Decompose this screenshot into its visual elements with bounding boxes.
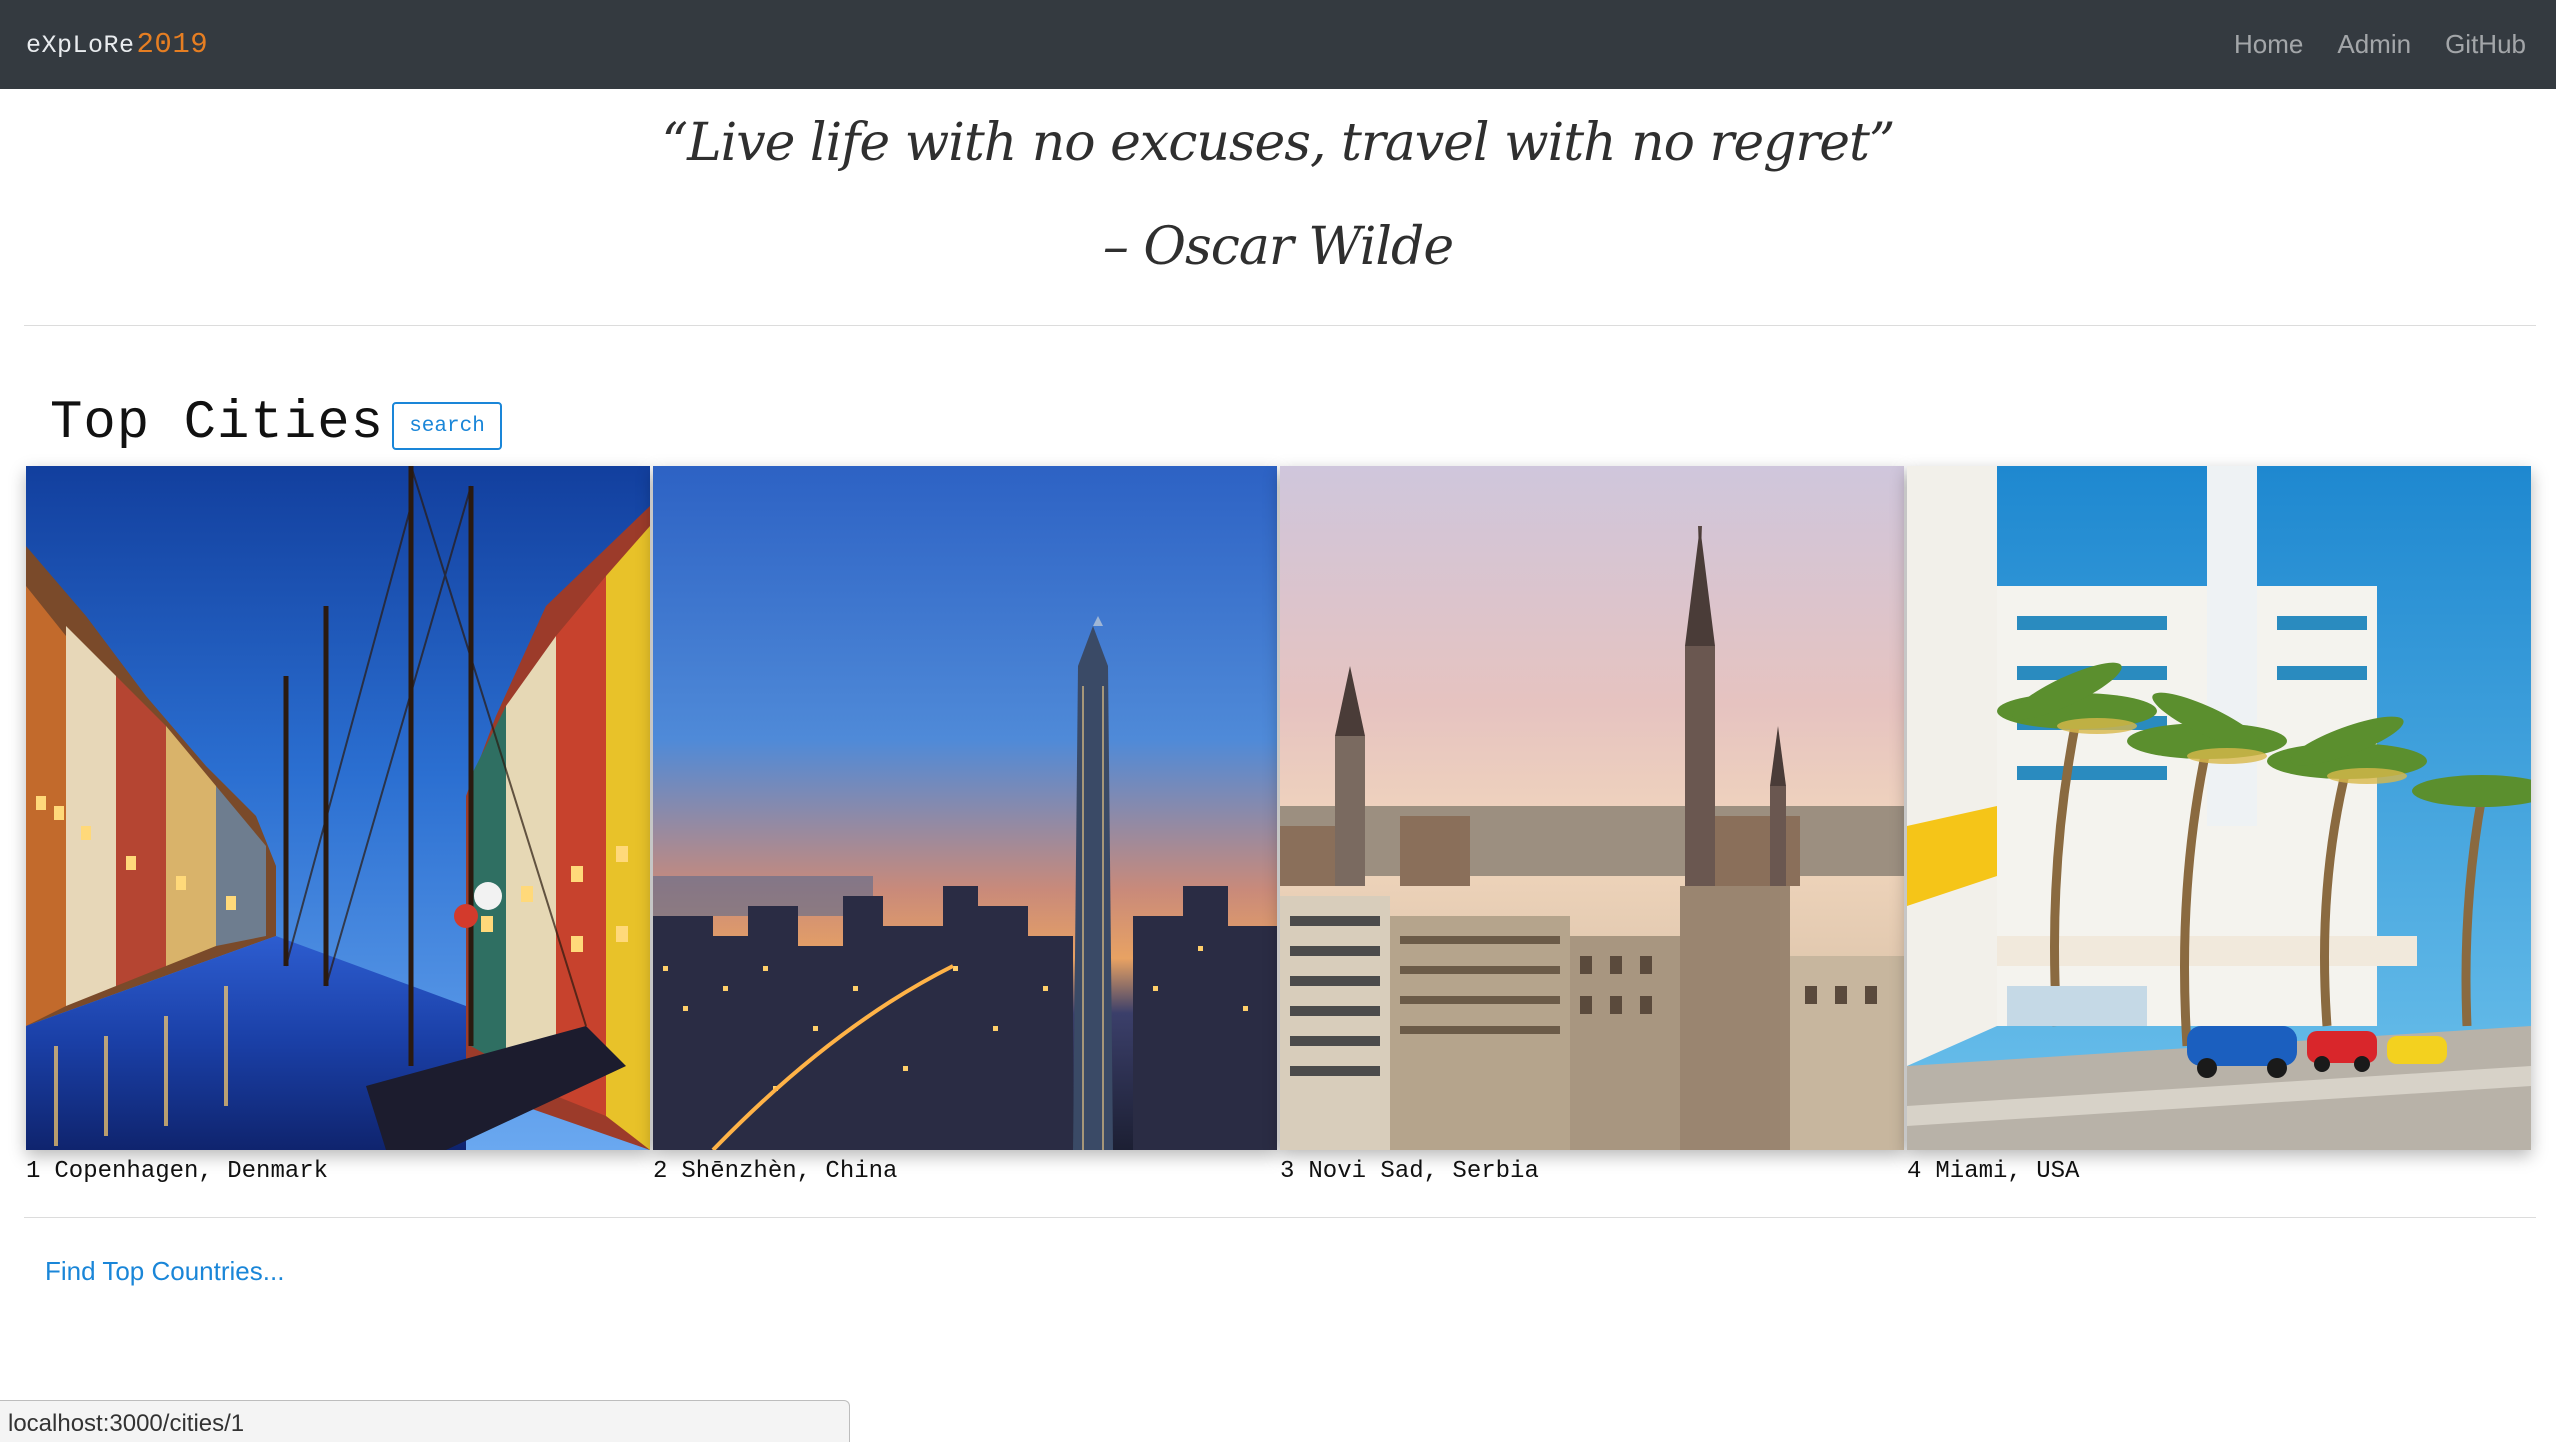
status-url: localhost:3000/cities/1 [8, 1410, 245, 1437]
miami-photo [1907, 466, 2531, 1150]
city-card-shenzhen[interactable]: 2 Shēnzhèn, China [653, 466, 1277, 1185]
city-name: Miami, USA [1935, 1158, 2080, 1185]
quote-text: “Live life with no excuses, travel with … [661, 113, 1895, 173]
nav-links: Home Admin GitHub [2234, 29, 2526, 60]
section-title: Top Cities [50, 393, 385, 454]
quote-block: “Live life with no excuses, travel with … [0, 89, 2556, 325]
city-name: Shēnzhèn, China [681, 1158, 898, 1185]
city-cards: 1 Copenhagen, Denmark 2 Shēnzhèn, China … [26, 466, 2536, 1186]
brand-text: eXpLoRe [26, 31, 135, 60]
city-image-miami[interactable] [1907, 466, 2531, 1150]
nav-link-admin[interactable]: Admin [2337, 29, 2411, 60]
city-image-shenzhen[interactable] [653, 466, 1277, 1150]
brand-year: 2019 [136, 28, 209, 61]
city-caption: 3 Novi Sad, Serbia [1280, 1158, 1904, 1185]
nav-link-github[interactable]: GitHub [2445, 29, 2526, 60]
city-name: Copenhagen, Denmark [54, 1158, 329, 1185]
city-card-novi-sad[interactable]: 3 Novi Sad, Serbia [1280, 466, 1904, 1185]
city-rank: 4 [1907, 1158, 1922, 1185]
browser-status-bar: localhost:3000/cities/1 [0, 1400, 850, 1442]
city-image-novi-sad[interactable] [1280, 466, 1904, 1150]
copenhagen-photo [26, 466, 650, 1150]
divider [24, 1217, 2536, 1218]
novi-sad-photo [1280, 466, 1904, 1150]
city-caption: 4 Miami, USA [1907, 1158, 2531, 1185]
shenzhen-photo [653, 466, 1277, 1150]
city-rank: 2 [653, 1158, 668, 1185]
city-name: Novi Sad, Serbia [1308, 1158, 1539, 1185]
city-image-copenhagen[interactable] [26, 466, 650, 1150]
find-top-countries-link[interactable]: Find Top Countries... [45, 1256, 284, 1287]
city-card-copenhagen[interactable]: 1 Copenhagen, Denmark [26, 466, 650, 1185]
city-caption: 2 Shēnzhèn, China [653, 1158, 1277, 1185]
city-caption: 1 Copenhagen, Denmark [26, 1158, 650, 1185]
brand-logo[interactable]: eXpLoRe2019 [26, 28, 208, 61]
city-rank: 1 [26, 1158, 41, 1185]
nav-link-home[interactable]: Home [2234, 29, 2303, 60]
city-card-miami[interactable]: 4 Miami, USA [1907, 466, 2531, 1185]
divider [24, 325, 2536, 326]
quote-author: – Oscar Wilde [1102, 217, 1454, 277]
city-rank: 3 [1280, 1158, 1295, 1185]
navbar: eXpLoRe2019 Home Admin GitHub [0, 0, 2556, 89]
search-button[interactable]: search [392, 402, 502, 450]
